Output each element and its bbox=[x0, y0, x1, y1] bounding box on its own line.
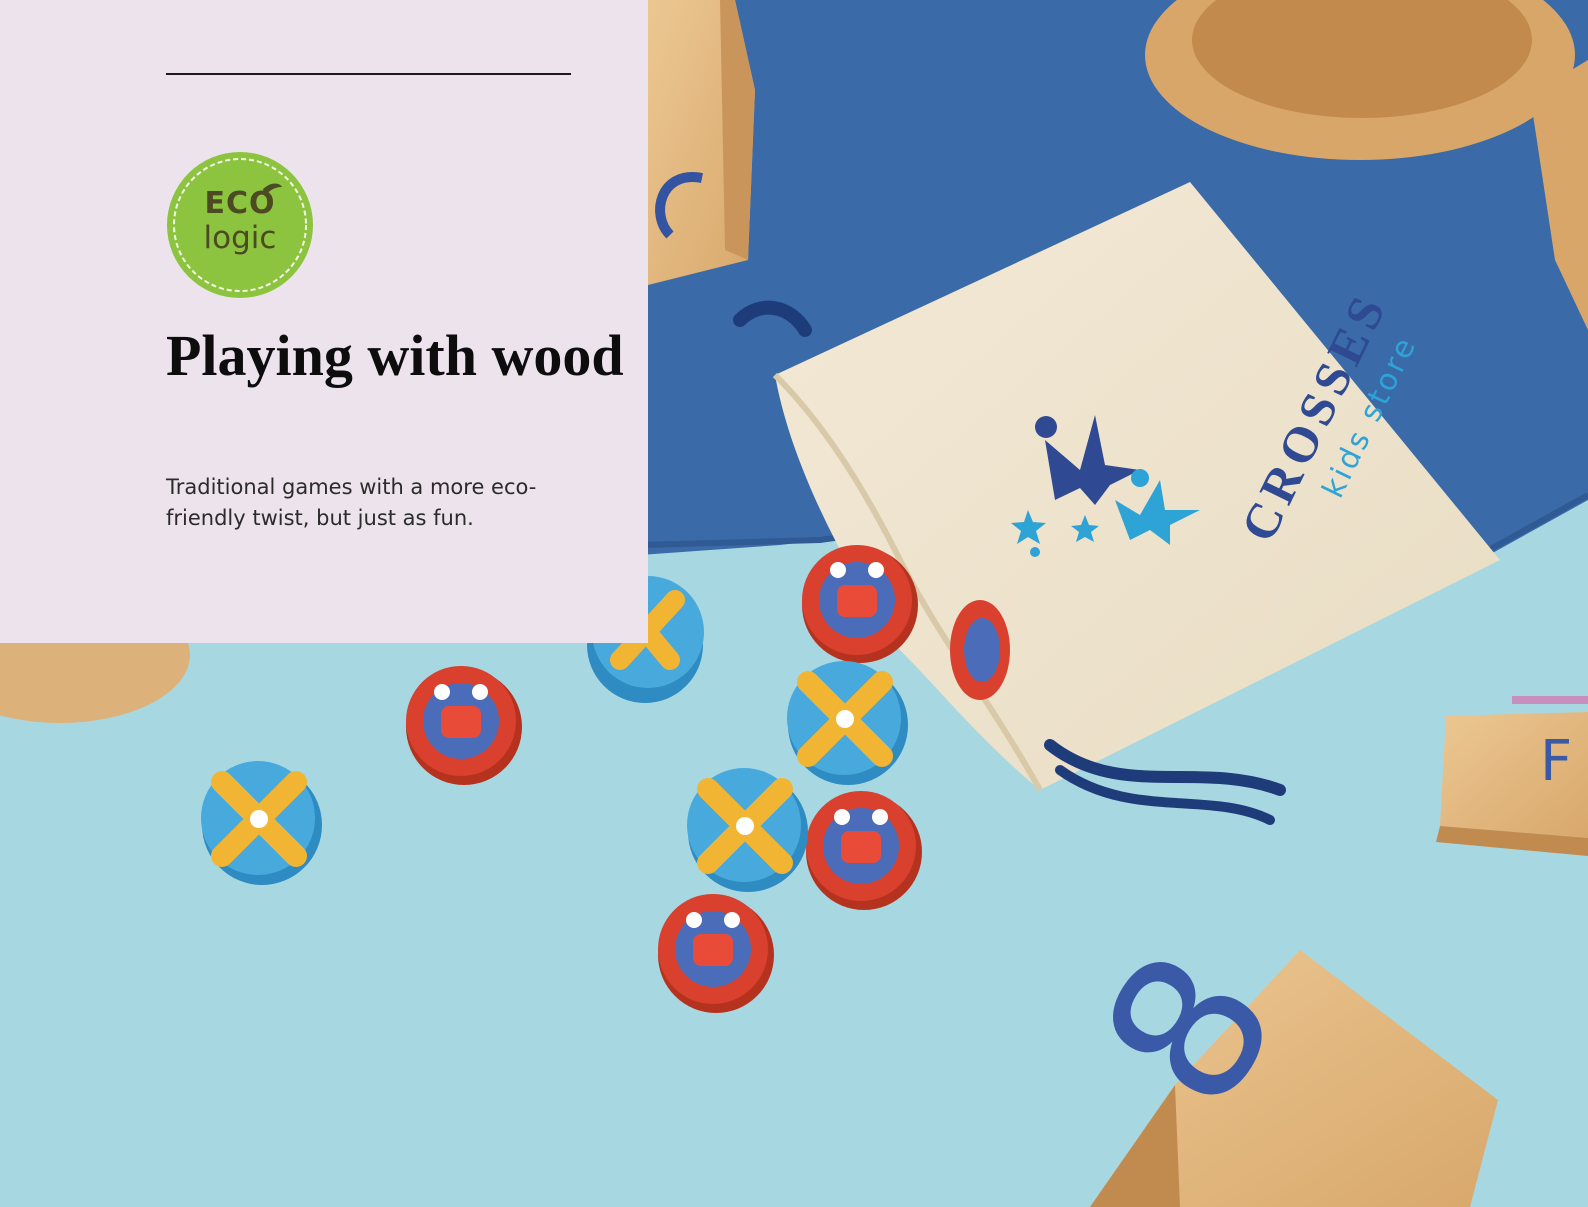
block-letter-f: F bbox=[1540, 729, 1572, 794]
wooden-block-8: 8 bbox=[1058, 914, 1498, 1207]
game-token-o bbox=[406, 666, 522, 785]
game-token-x bbox=[687, 768, 808, 892]
wooden-block-f: F bbox=[1436, 712, 1588, 856]
eco-badge-title: ECO bbox=[204, 186, 276, 221]
game-token-o bbox=[806, 791, 922, 910]
wooden-block-top bbox=[648, 0, 755, 285]
game-token-o bbox=[950, 600, 1010, 700]
eco-badge-subtitle: logic bbox=[203, 220, 277, 256]
accent-divider bbox=[1512, 696, 1588, 704]
page-subtitle: Traditional games with a more eco-friend… bbox=[166, 475, 537, 530]
page-title: Playing with wood bbox=[166, 323, 624, 388]
game-token-o bbox=[658, 894, 774, 1013]
eco-logic-badge: ECO logic bbox=[166, 151, 314, 299]
top-divider bbox=[166, 73, 571, 75]
game-token-x bbox=[787, 661, 908, 785]
game-token-x bbox=[201, 761, 322, 885]
intro-panel: ECO logic Playing with wood Traditional … bbox=[0, 0, 648, 643]
